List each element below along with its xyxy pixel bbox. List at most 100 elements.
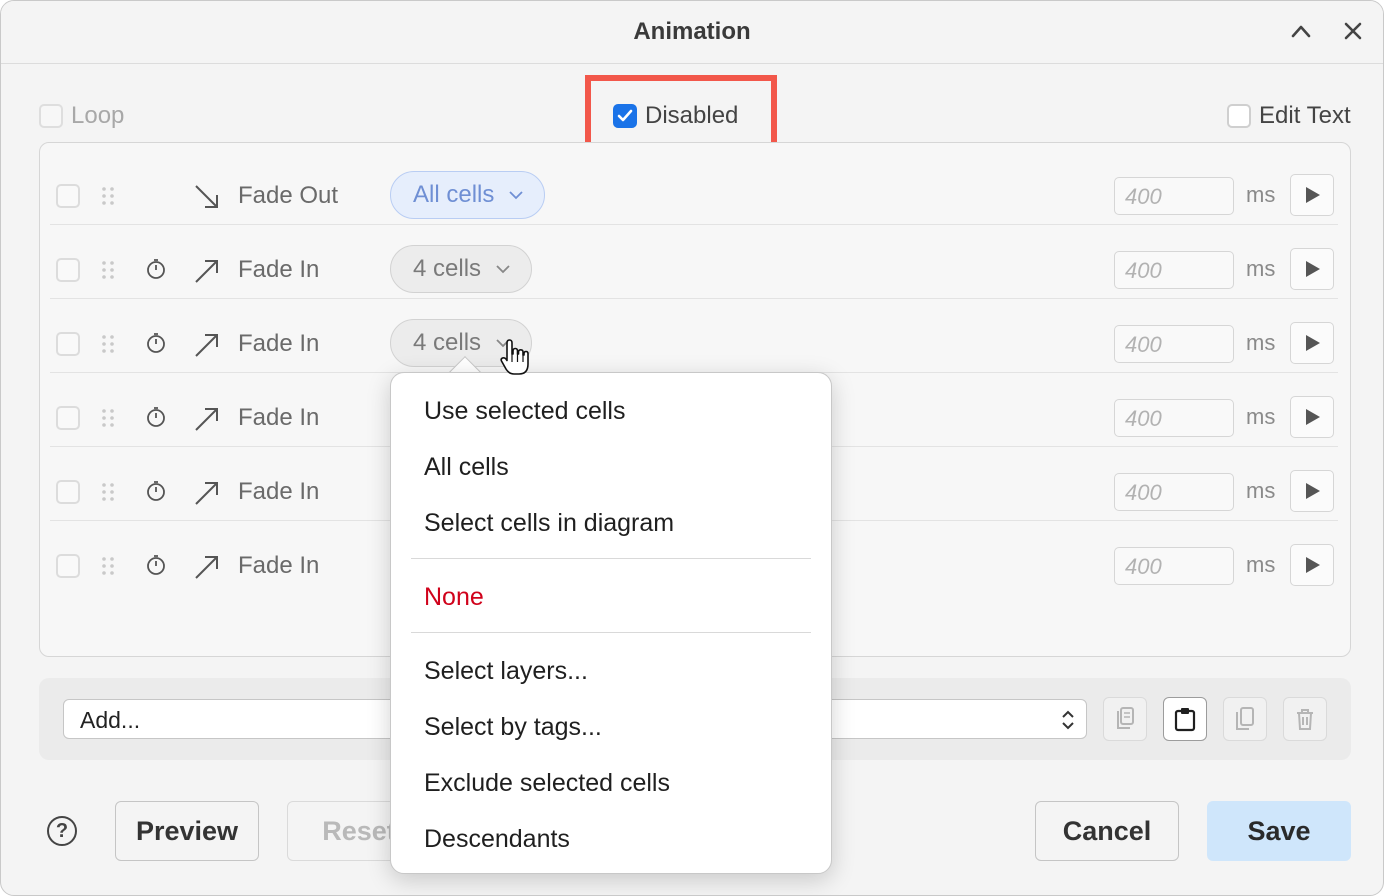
target-label: All cells xyxy=(413,181,495,208)
animation-dialog: Animation Loop Disabled Edit Text Fade O… xyxy=(0,0,1384,896)
duration-unit: ms xyxy=(1246,182,1276,207)
timer-icon xyxy=(147,481,165,501)
close-button[interactable] xyxy=(1335,13,1371,49)
hand-cursor-icon xyxy=(500,339,529,375)
dialog-title: Animation xyxy=(633,18,751,45)
preview-button[interactable]: Preview xyxy=(115,801,259,861)
drag-handle-icon[interactable] xyxy=(98,481,118,503)
chevron-updown-icon xyxy=(1062,710,1074,730)
copy-icon xyxy=(1117,707,1134,729)
chevron-up-icon xyxy=(1291,25,1311,38)
drag-handle-icon[interactable] xyxy=(98,555,118,577)
step-checkbox[interactable] xyxy=(56,480,80,504)
loop-label: Loop xyxy=(71,102,125,129)
duration-unit: ms xyxy=(1246,404,1276,429)
duration-input[interactable]: 400 xyxy=(1114,547,1234,585)
step-checkbox[interactable] xyxy=(56,184,80,208)
menu-item-select-by-tags[interactable]: Select by tags... xyxy=(424,713,602,742)
close-icon xyxy=(1344,22,1362,40)
duration-unit: ms xyxy=(1246,552,1276,577)
title-bar: Animation xyxy=(1,1,1383,64)
drag-handle-icon[interactable] xyxy=(98,185,118,207)
edit-text-option: Edit Text xyxy=(1227,101,1351,131)
duration-input[interactable]: 400 xyxy=(1114,325,1234,363)
menu-separator xyxy=(411,632,811,633)
duplicate-icon xyxy=(1236,707,1254,730)
duration-input[interactable]: 400 xyxy=(1114,177,1234,215)
step-checkbox[interactable] xyxy=(56,258,80,282)
step-row[interactable]: Fade In 4 cells 400 ms xyxy=(50,225,1338,299)
play-icon xyxy=(1306,261,1320,277)
play-icon xyxy=(1306,409,1320,425)
step-checkbox[interactable] xyxy=(56,406,80,430)
duration-input[interactable]: 400 xyxy=(1114,473,1234,511)
duplicate-button[interactable] xyxy=(1223,697,1267,741)
chevron-down-icon xyxy=(509,191,523,200)
target-label: 4 cells xyxy=(413,329,482,356)
step-checkbox[interactable] xyxy=(56,554,80,578)
step-row[interactable]: Fade Out All cells 400 ms xyxy=(50,151,1338,225)
play-button[interactable] xyxy=(1290,544,1334,586)
effect-label: Fade In xyxy=(238,552,320,579)
copy-button[interactable] xyxy=(1103,697,1147,741)
loop-option: Loop xyxy=(39,101,124,131)
play-button[interactable] xyxy=(1290,396,1334,438)
step-row[interactable]: Fade In 4 cells 400 ms xyxy=(50,299,1338,373)
duration-input[interactable]: 400 xyxy=(1114,399,1234,437)
arrow-up-right-icon xyxy=(195,408,218,431)
chevron-down-icon xyxy=(496,265,510,274)
menu-item-all-cells[interactable]: All cells xyxy=(424,453,509,482)
arrow-up-right-icon xyxy=(195,482,218,505)
step-checkbox[interactable] xyxy=(56,332,80,356)
play-icon xyxy=(1306,557,1320,573)
target-label: 4 cells xyxy=(413,255,482,282)
menu-item-select-in-diagram[interactable]: Select cells in diagram xyxy=(424,509,674,538)
timer-icon xyxy=(147,333,165,353)
play-button[interactable] xyxy=(1290,174,1334,216)
arrow-up-right-icon xyxy=(195,260,218,283)
timer-icon xyxy=(147,259,165,279)
target-select[interactable]: 4 cells xyxy=(390,245,533,293)
play-icon xyxy=(1306,335,1320,351)
duration-unit: ms xyxy=(1246,330,1276,355)
target-select[interactable]: All cells xyxy=(390,171,546,219)
paste-icon xyxy=(1174,708,1196,732)
drag-handle-icon[interactable] xyxy=(98,333,118,355)
effect-label: Fade Out xyxy=(238,182,339,209)
cancel-button[interactable]: Cancel xyxy=(1035,801,1179,861)
duration-input[interactable]: 400 xyxy=(1114,251,1234,289)
edit-text-label: Edit Text xyxy=(1259,102,1351,129)
duration-unit: ms xyxy=(1246,478,1276,503)
arrow-down-right-icon xyxy=(195,185,218,208)
edit-text-checkbox[interactable] xyxy=(1227,104,1251,128)
play-icon xyxy=(1306,483,1320,499)
play-button[interactable] xyxy=(1290,322,1334,364)
drag-handle-icon[interactable] xyxy=(98,259,118,281)
menu-item-descendants[interactable]: Descendants xyxy=(424,825,570,854)
menu-item-select-layers[interactable]: Select layers... xyxy=(424,657,588,686)
menu-item-use-selected[interactable]: Use selected cells xyxy=(424,397,625,426)
effect-label: Fade In xyxy=(238,404,320,431)
paste-button[interactable] xyxy=(1163,697,1207,741)
menu-item-exclude-selected[interactable]: Exclude selected cells xyxy=(424,769,670,798)
arrow-up-right-icon xyxy=(195,556,218,579)
trash-icon xyxy=(1297,709,1313,730)
loop-checkbox[interactable] xyxy=(39,104,63,128)
target-dropdown-menu: Use selected cells All cells Select cell… xyxy=(390,372,832,874)
effect-label: Fade In xyxy=(238,256,320,283)
play-icon xyxy=(1306,187,1320,203)
add-select-value: Add... xyxy=(80,707,141,733)
timer-icon xyxy=(147,555,165,575)
play-button[interactable] xyxy=(1290,470,1334,512)
duration-unit: ms xyxy=(1246,256,1276,281)
effect-label: Fade In xyxy=(238,330,320,357)
drag-handle-icon[interactable] xyxy=(98,407,118,429)
play-button[interactable] xyxy=(1290,248,1334,290)
help-button[interactable]: ? xyxy=(47,816,77,846)
timer-icon xyxy=(147,407,165,427)
menu-item-none[interactable]: None xyxy=(424,583,484,612)
save-button[interactable]: Save xyxy=(1207,801,1351,861)
menu-separator xyxy=(411,558,811,559)
delete-button[interactable] xyxy=(1283,697,1327,741)
collapse-button[interactable] xyxy=(1283,13,1319,49)
